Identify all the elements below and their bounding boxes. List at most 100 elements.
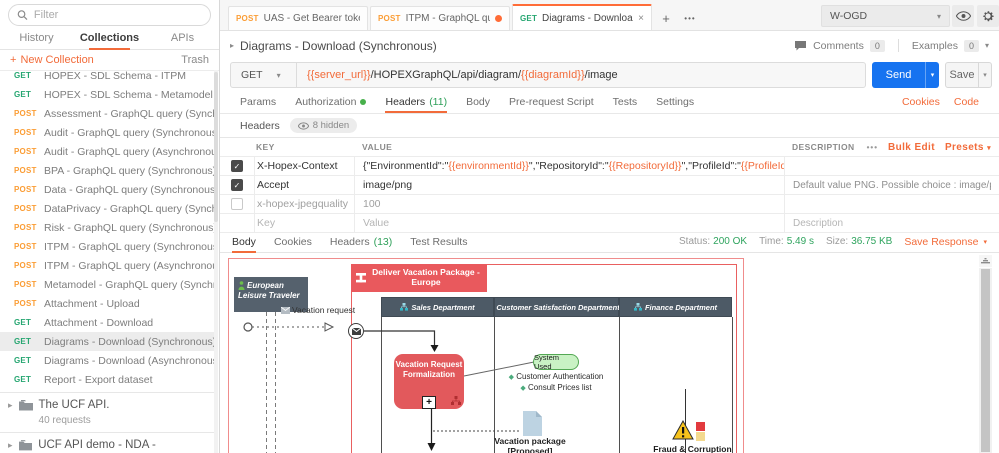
scrollbar-button[interactable]: [979, 255, 992, 267]
examples-button[interactable]: Examples: [912, 40, 958, 52]
add-tab-button[interactable]: +: [654, 6, 678, 30]
tab-prerequest-script[interactable]: Pre-request Script: [509, 90, 594, 113]
list-item[interactable]: POSTData - GraphQL query (Synchronous): [0, 180, 214, 199]
warning-icon: [672, 420, 694, 440]
save-options-button[interactable]: ▾: [979, 62, 992, 88]
settings-button[interactable]: [977, 5, 999, 27]
scrollbar-thumb[interactable]: [981, 269, 990, 452]
list-item[interactable]: POSTITPM - GraphQL query (Asynchronous): [0, 256, 214, 275]
request-tab[interactable]: POST UAS - Get Bearer token: [228, 6, 368, 30]
tab-params[interactable]: Params: [240, 90, 276, 113]
header-description[interactable]: Default value PNG. Possible choice : ima…: [784, 176, 991, 194]
header-description[interactable]: [784, 157, 991, 175]
header-key[interactable]: Accept: [254, 176, 354, 194]
chevron-down-icon: ▾: [277, 71, 281, 80]
risk-yellow-square: [696, 432, 705, 441]
presets-dropdown[interactable]: Presets ▾: [945, 142, 991, 153]
header-key[interactable]: X-Hopex-Context: [254, 157, 354, 175]
chevron-down-icon: ▾: [937, 12, 941, 21]
request-header-actions: Comments 0 Examples 0 ▾: [794, 39, 989, 52]
list-item[interactable]: POSTMetamodel - GraphQL query (Synchrono…: [0, 275, 214, 294]
response-meta: Status:200 OK Time:5.49 s Size:36.75 KB …: [679, 236, 987, 248]
comments-button[interactable]: Comments: [813, 40, 864, 52]
more-actions-icon[interactable]: •••: [867, 143, 878, 152]
list-item[interactable]: GETDiagrams - Download (Asynchronous): [0, 351, 214, 370]
tab-collections[interactable]: Collections: [73, 28, 146, 49]
header-value[interactable]: 100: [354, 195, 784, 213]
chevron-right-icon[interactable]: ▸: [230, 41, 234, 50]
more-tabs-button[interactable]: •••: [678, 6, 702, 30]
list-item-selected[interactable]: GETDiagrams - Download (Synchronous): [0, 332, 214, 351]
send-button[interactable]: Send: [872, 62, 925, 88]
collection-folder[interactable]: ▸ The UCF API. 40 requests: [0, 392, 214, 432]
code-link[interactable]: Code: [954, 96, 979, 108]
chevron-down-icon[interactable]: ▾: [985, 41, 989, 50]
diagram-image: Deliver Vacation Package - Europe Europe…: [228, 258, 744, 453]
scrollbar-thumb[interactable]: [214, 72, 218, 222]
tab-settings[interactable]: Settings: [656, 90, 694, 113]
tab-tests[interactable]: Tests: [613, 90, 638, 113]
environment-preview-button[interactable]: [952, 5, 974, 27]
tab-history[interactable]: History: [0, 28, 73, 49]
header-checkbox-checked[interactable]: ✓: [231, 179, 243, 191]
list-item[interactable]: POSTAudit - GraphQL query (Asynchronous): [0, 142, 214, 161]
tab-authorization[interactable]: Authorization: [295, 90, 366, 113]
new-value-input[interactable]: Value: [354, 214, 784, 232]
column-description: DESCRIPTION: [784, 138, 867, 156]
list-item[interactable]: POSTRisk - GraphQL query (Synchronous): [0, 218, 214, 237]
filter-input[interactable]: [34, 9, 202, 21]
new-description-input[interactable]: Description: [784, 214, 991, 232]
system-used-items: ◆ Customer Authentication ◆ Consult Pric…: [481, 372, 631, 394]
list-item[interactable]: POSTBPA - GraphQL query (Synchronous): [0, 161, 214, 180]
request-tab-active[interactable]: GET Diagrams - Download (Synchro... ×: [512, 4, 652, 30]
header-value[interactable]: image/png: [354, 176, 784, 194]
list-item[interactable]: POSTAttachment - Upload: [0, 294, 214, 313]
status-badge: 200 OK: [713, 236, 747, 247]
eye-icon: [298, 122, 309, 130]
list-item[interactable]: POSTAudit - GraphQL query (Synchronous): [0, 123, 214, 142]
bulk-edit-button[interactable]: Bulk Edit: [888, 142, 935, 153]
response-tab-body[interactable]: Body: [232, 231, 256, 253]
list-item[interactable]: POSTAssessment - GraphQL query (Synchron…: [0, 104, 214, 123]
response-tab-test-results[interactable]: Test Results: [410, 231, 467, 253]
chevron-down-icon: ▾: [987, 145, 991, 152]
risk-label: Fraud & Corruption: [645, 444, 740, 453]
header-checkbox-unchecked[interactable]: [231, 198, 243, 210]
hidden-headers-toggle[interactable]: 8 hidden: [290, 118, 357, 133]
tab-body[interactable]: Body: [466, 90, 490, 113]
list-item[interactable]: GETHOPEX - SDL Schema - Metamodel: [0, 85, 214, 104]
url-input[interactable]: {{server_url}}/HOPEXGraphQL/api/diagram/…: [297, 69, 628, 81]
list-item[interactable]: GETHOPEX - SDL Schema - ITPM: [0, 71, 214, 85]
share-icon: [451, 396, 461, 406]
save-button[interactable]: Save: [945, 62, 979, 88]
list-item[interactable]: POSTDataPrivacy - GraphQL query (Synchro…: [0, 199, 214, 218]
header-value[interactable]: {"EnvironmentId":"{{environmentId}}","Re…: [354, 157, 784, 175]
environment-selector[interactable]: W-OGD ▾: [821, 5, 950, 27]
collection-folder[interactable]: ▸ UCF API demo - NDA - 20180625 6 reques…: [0, 432, 214, 453]
comment-icon: [794, 40, 807, 52]
response-tab-headers[interactable]: Headers(13): [330, 231, 392, 253]
table-header-row: KEY VALUE DESCRIPTION ••• Bulk Edit Pres…: [220, 138, 999, 157]
list-item[interactable]: POSTITPM - GraphQL query (Synchronous): [0, 237, 214, 256]
sidebar-scrollbar[interactable]: [214, 70, 218, 453]
list-item[interactable]: GETAttachment - Download: [0, 313, 214, 332]
new-key-input[interactable]: Key: [254, 214, 354, 232]
header-description[interactable]: [784, 195, 991, 213]
new-collection-button[interactable]: +New Collection: [10, 54, 94, 66]
close-icon[interactable]: ×: [638, 13, 644, 24]
header-checkbox-checked[interactable]: ✓: [231, 160, 243, 172]
cookies-link[interactable]: Cookies: [902, 96, 940, 108]
save-response-button[interactable]: Save Response▾: [904, 236, 987, 248]
request-title: Diagrams - Download (Synchronous): [240, 39, 437, 53]
filter-box[interactable]: [8, 4, 211, 26]
tab-headers[interactable]: Headers(11): [385, 90, 447, 113]
request-tab[interactable]: POST ITPM - GraphQL query (Synchr...: [370, 6, 510, 30]
trash-button[interactable]: Trash: [181, 54, 209, 66]
send-options-button[interactable]: ▾: [925, 62, 939, 88]
response-tab-cookies[interactable]: Cookies: [274, 231, 312, 253]
method-dropdown[interactable]: GET ▾: [231, 63, 297, 87]
header-key[interactable]: x-hopex-jpegquality: [254, 195, 354, 213]
list-item[interactable]: GETReport - Export dataset: [0, 370, 214, 389]
response-scrollbar[interactable]: [979, 268, 992, 453]
tab-apis[interactable]: APIs: [146, 28, 219, 49]
